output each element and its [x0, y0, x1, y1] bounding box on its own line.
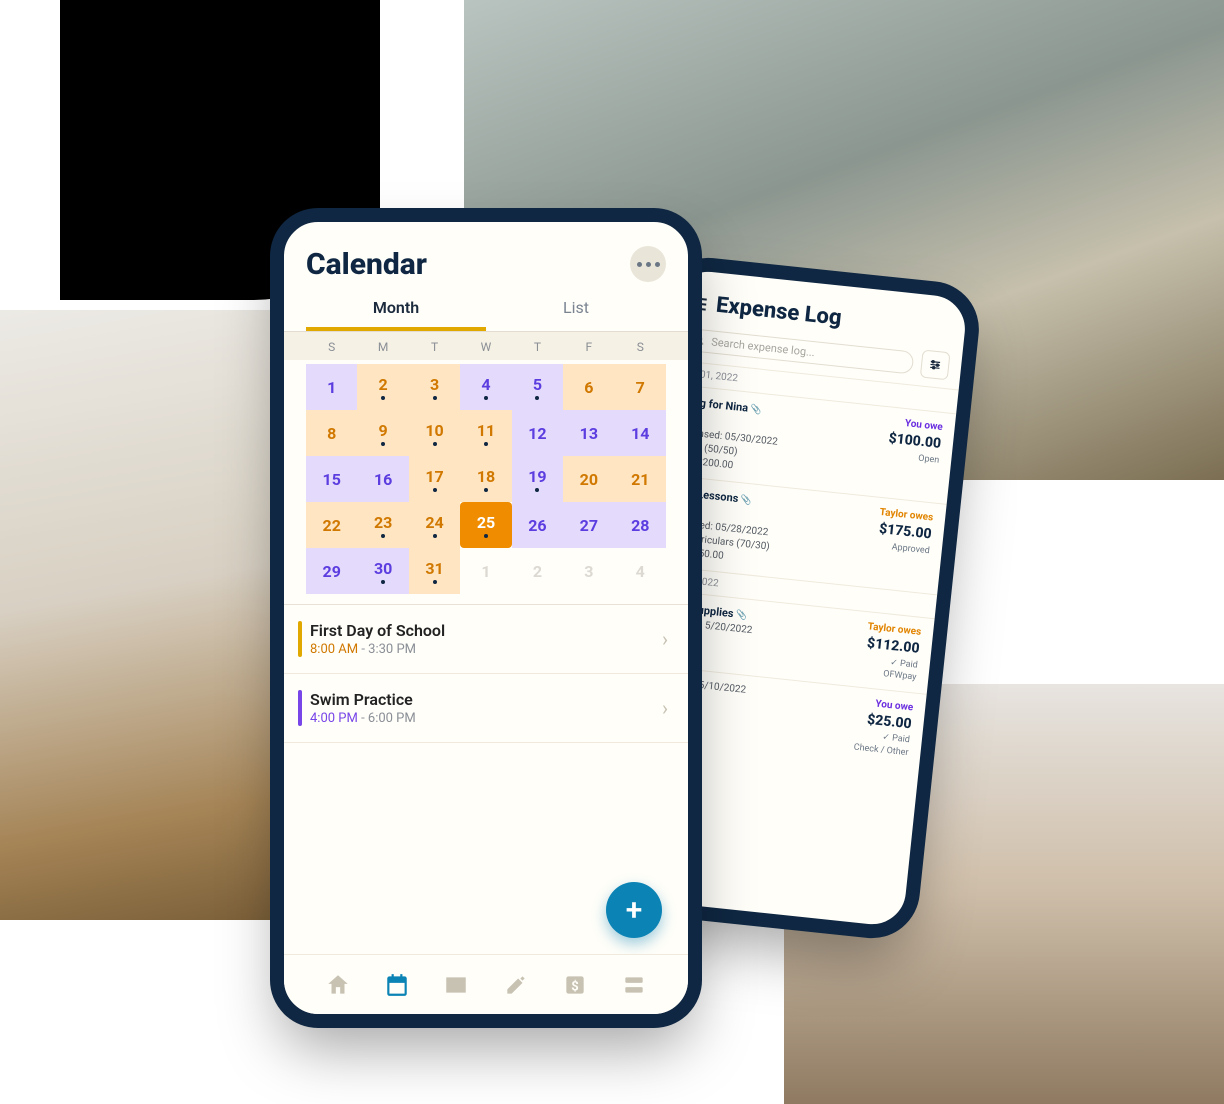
- dow-wed: W: [460, 340, 511, 354]
- calendar-day[interactable]: 13: [563, 410, 614, 456]
- event-color-bar: [298, 690, 302, 726]
- events-list: First Day of School8:00 AM - 3:30 PM›Swi…: [284, 604, 688, 743]
- event-item[interactable]: First Day of School 8:00 AM - 3:30 PM ›: [284, 605, 688, 674]
- edit-icon[interactable]: [503, 972, 529, 998]
- calendar-day[interactable]: 4: [615, 548, 666, 594]
- calendar-day[interactable]: 28: [615, 502, 666, 548]
- event-title: Swim Practice: [310, 690, 416, 709]
- calendar-day[interactable]: 15: [306, 456, 357, 502]
- calendar-day[interactable]: 9: [357, 410, 408, 456]
- calendar-day[interactable]: 11: [460, 410, 511, 456]
- calendar-day[interactable]: 18: [460, 456, 511, 502]
- calendar-day[interactable]: 30: [357, 548, 408, 594]
- calendar-day[interactable]: 4: [460, 364, 511, 410]
- chevron-right-icon: ›: [662, 696, 668, 720]
- calendar-day[interactable]: 17: [409, 456, 460, 502]
- calendar-day[interactable]: 25: [460, 502, 511, 548]
- calendar-day[interactable]: 12: [512, 410, 563, 456]
- dow-mon: M: [357, 340, 408, 354]
- calendar-tabs: Month List: [284, 290, 688, 332]
- calendar-day[interactable]: 10: [409, 410, 460, 456]
- event-color-bar: [298, 621, 302, 657]
- calendar-day[interactable]: 8: [306, 410, 357, 456]
- calendar-day[interactable]: 24: [409, 502, 460, 548]
- mail-icon[interactable]: [443, 972, 469, 998]
- calendar-day[interactable]: 29: [306, 548, 357, 594]
- calendar-day[interactable]: 5: [512, 364, 563, 410]
- home-icon[interactable]: [325, 972, 351, 998]
- calendar-title: Calendar: [306, 247, 427, 282]
- event-time: 4:00 PM - 6:00 PM: [310, 711, 416, 726]
- calendar-day[interactable]: 14: [615, 410, 666, 456]
- calendar-day[interactable]: 27: [563, 502, 614, 548]
- calendar-day[interactable]: 1: [306, 364, 357, 410]
- calendar-day[interactable]: 7: [615, 364, 666, 410]
- weekday-header: S M T W T F S: [284, 332, 688, 360]
- calendar-day[interactable]: 3: [563, 548, 614, 594]
- calendar-day[interactable]: 20: [563, 456, 614, 502]
- dow-thu: T: [512, 340, 563, 354]
- filter-button[interactable]: [920, 350, 951, 381]
- tab-month[interactable]: Month: [306, 290, 486, 331]
- dow-tue: T: [409, 340, 460, 354]
- dollar-icon[interactable]: $: [562, 972, 588, 998]
- event-item[interactable]: Swim Practice 4:00 PM - 6:00 PM ›: [284, 674, 688, 743]
- calendar-day[interactable]: 22: [306, 502, 357, 548]
- cards-icon[interactable]: [621, 972, 647, 998]
- calendar-phone: Calendar Month List S M T W T F S 123456…: [270, 208, 702, 1028]
- event-time: 8:00 AM - 3:30 PM: [310, 642, 445, 657]
- calendar-icon[interactable]: [384, 972, 410, 998]
- chevron-right-icon: ›: [662, 627, 668, 651]
- add-event-button[interactable]: +: [606, 882, 662, 938]
- event-title: First Day of School: [310, 621, 445, 640]
- dow-fri: F: [563, 340, 614, 354]
- calendar-day[interactable]: 6: [563, 364, 614, 410]
- expense-title: Expense Log: [715, 293, 843, 331]
- calendar-day[interactable]: 16: [357, 456, 408, 502]
- calendar-day[interactable]: 3: [409, 364, 460, 410]
- more-options-button[interactable]: [630, 246, 666, 282]
- search-placeholder: Search expense log...: [711, 335, 816, 359]
- calendar-day[interactable]: 2: [357, 364, 408, 410]
- calendar-day[interactable]: 2: [512, 548, 563, 594]
- attachment-icon: 📎: [735, 610, 747, 621]
- calendar-grid: 1234567891011121314151617181920212223242…: [284, 360, 688, 604]
- dow-sat: S: [615, 340, 666, 354]
- calendar-day[interactable]: 26: [512, 502, 563, 548]
- tab-list[interactable]: List: [486, 290, 666, 331]
- calendar-day[interactable]: 1: [460, 548, 511, 594]
- attachment-icon: 📎: [750, 405, 762, 416]
- calendar-day[interactable]: 21: [615, 456, 666, 502]
- bottom-nav: $: [284, 954, 688, 1014]
- calendar-day[interactable]: 23: [357, 502, 408, 548]
- svg-text:$: $: [571, 979, 578, 994]
- attachment-icon: 📎: [740, 495, 752, 506]
- sliders-icon: [927, 357, 942, 372]
- dow-sun: S: [306, 340, 357, 354]
- calendar-day[interactable]: 19: [512, 456, 563, 502]
- calendar-day[interactable]: 31: [409, 548, 460, 594]
